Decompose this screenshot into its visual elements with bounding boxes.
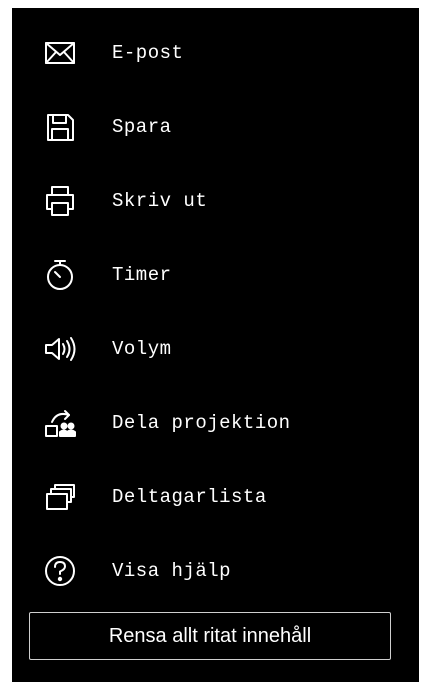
- participants-list-icon: [40, 479, 80, 515]
- menu-item-volume[interactable]: Volym: [12, 312, 419, 386]
- menu-item-email[interactable]: E-post: [12, 16, 419, 90]
- share-projection-icon: [40, 405, 80, 441]
- menu-item-participants[interactable]: Deltagarlista: [12, 460, 419, 534]
- clear-all-drawings-button[interactable]: Rensa allt ritat innehåll: [29, 612, 391, 660]
- speaker-icon: [40, 331, 80, 367]
- menu-item-print[interactable]: Skriv ut: [12, 164, 419, 238]
- menu-item-label: E-post: [112, 42, 184, 64]
- save-icon: [40, 109, 80, 145]
- menu-panel: E-post Spara Skriv ut Timer Volym Dela p…: [12, 8, 419, 682]
- menu-item-help[interactable]: Visa hjälp: [12, 534, 419, 608]
- menu-item-label: Spara: [112, 116, 172, 138]
- printer-icon: [40, 183, 80, 219]
- menu-item-label: Deltagarlista: [112, 486, 267, 508]
- menu-item-label: Volym: [112, 338, 172, 360]
- menu-item-timer[interactable]: Timer: [12, 238, 419, 312]
- help-icon: [40, 553, 80, 589]
- mail-icon: [40, 35, 80, 71]
- menu-item-save[interactable]: Spara: [12, 90, 419, 164]
- menu-list: E-post Spara Skriv ut Timer Volym Dela p…: [12, 16, 419, 608]
- stopwatch-icon: [40, 257, 80, 293]
- menu-item-share-projection[interactable]: Dela projektion: [12, 386, 419, 460]
- menu-item-label: Timer: [112, 264, 172, 286]
- menu-item-label: Dela projektion: [112, 412, 291, 434]
- menu-item-label: Visa hjälp: [112, 560, 232, 582]
- menu-item-label: Skriv ut: [112, 190, 208, 212]
